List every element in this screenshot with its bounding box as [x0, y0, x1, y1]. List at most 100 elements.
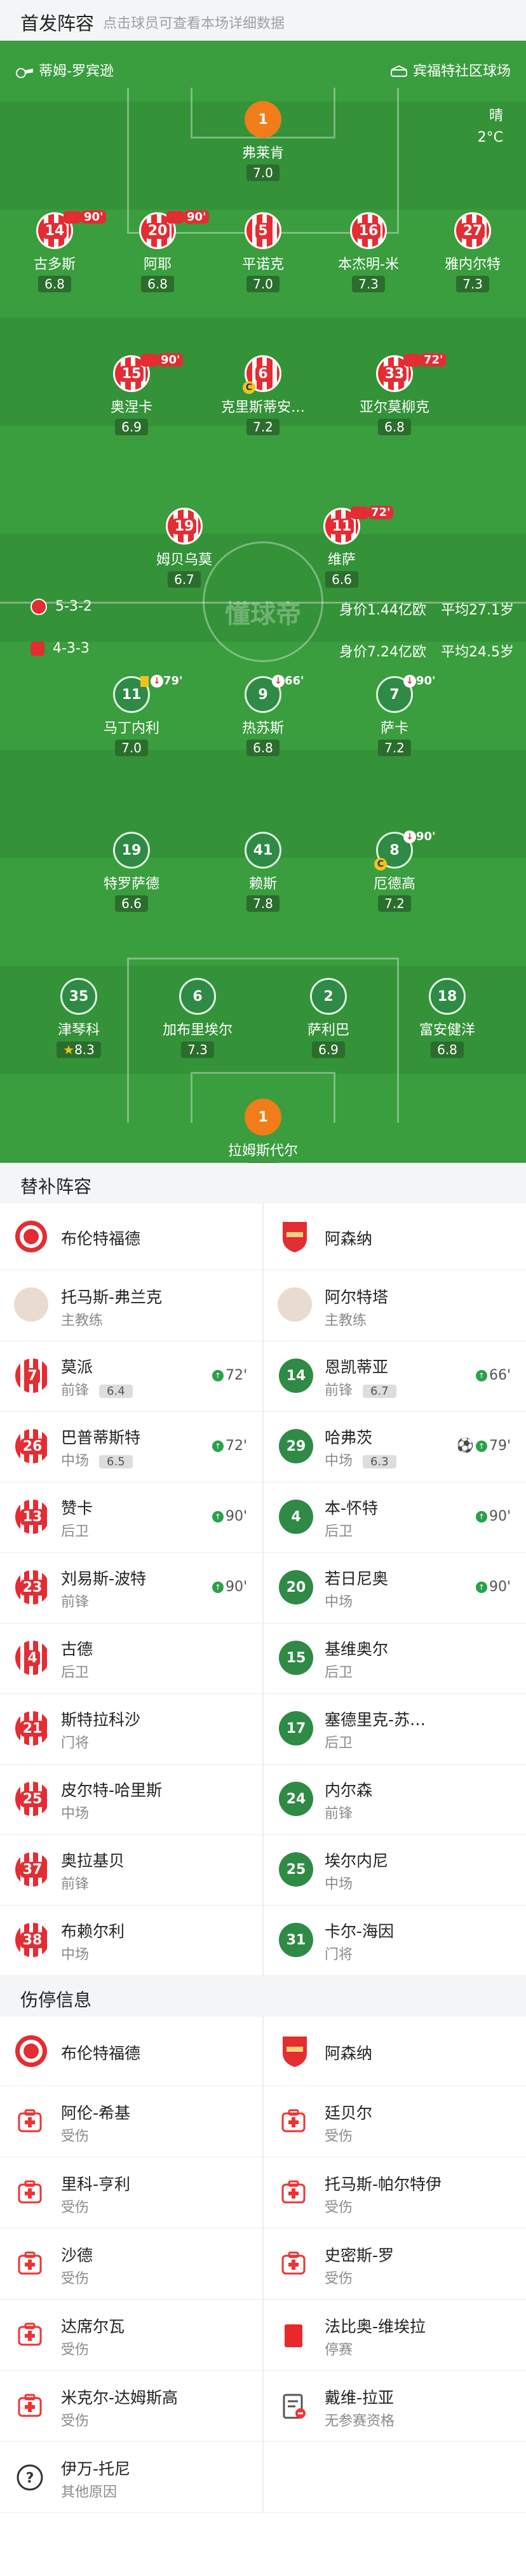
sub-player-home[interactable]: 23 刘易斯-波特 前锋 ↑ 90': [0, 1552, 262, 1623]
home-age: 平均27.1岁: [441, 602, 514, 618]
sub-player-away[interactable]: 14 恩凯蒂亚 前锋 6.7 ↑ 66': [264, 1341, 526, 1411]
injuries-away-team[interactable]: 阿森纳: [264, 2017, 526, 2085]
jersey-number: 29: [279, 1429, 313, 1463]
injured-player-home[interactable]: 里科-亨利 受伤: [0, 2157, 262, 2228]
home-player[interactable]: 15 ↓ 90' 奥涅卡 6.9: [68, 353, 195, 435]
away-player[interactable]: 9 ↓ 66' 热苏斯 6.8: [199, 674, 327, 756]
away-coach-role: 主教练: [325, 1313, 367, 1329]
sub-row: 7 莫派 前锋 6.4 ↑ 72' 14 恩凯蒂亚 前锋 6.7 ↑ 66': [0, 1341, 526, 1412]
home-coach-name: 蒂姆-罗宾逊: [39, 64, 114, 79]
sub-out-icon: ↓: [403, 354, 421, 367]
sub-player-away[interactable]: 20 若日尼奥 中场 ↑ 90': [264, 1552, 526, 1623]
away-coach[interactable]: 阿尔特塔 主教练: [264, 1270, 526, 1341]
home-player[interactable]: 33 ↓ 72' 亚尔莫柳克 6.8: [331, 353, 458, 435]
sub-player-home[interactable]: 21 斯特拉科沙 门将: [0, 1693, 262, 1764]
injured-player-away[interactable]: 廷贝尔 受伤: [264, 2085, 526, 2157]
jersey-number: 19: [113, 832, 150, 869]
player-rating: 6.8: [141, 276, 174, 292]
away-player[interactable]: 2 萨利巴 6.9: [265, 978, 392, 1058]
sub-player-away[interactable]: 17 塞德里克-苏… 后卫: [264, 1693, 526, 1764]
sub-player-position: 后卫: [325, 1732, 353, 1752]
yellow-card-icon: [140, 675, 149, 687]
injured-player-home[interactable]: 阿伦-希基 受伤: [0, 2085, 262, 2157]
injured-player-name: 阿伦-希基: [61, 2104, 131, 2122]
home-player[interactable]: 6 C 克里斯蒂安… 7.2: [199, 355, 327, 435]
sub-row: 23 刘易斯-波特 前锋 ↑ 90' 20 若日尼奥 中场 ↑ 90': [0, 1552, 526, 1624]
sub-out-minute: 72': [421, 353, 446, 367]
sub-out-minute: 90': [416, 830, 436, 843]
home-player[interactable]: 19 姆贝乌莫 6.7: [121, 508, 248, 588]
player-rating: 7.2: [378, 740, 411, 756]
away-player[interactable]: 19 特罗萨德 6.6: [68, 832, 195, 912]
away-player[interactable]: 6 加布里埃尔 7.3: [134, 978, 261, 1058]
away-player[interactable]: 7 ↓ 90' 萨卡 7.2: [331, 674, 458, 756]
injured-player-name: 史密斯-罗: [325, 2246, 394, 2265]
sub-player-home[interactable]: 4 古德 后卫: [0, 1623, 262, 1693]
injury-reason: 受伤: [61, 2342, 90, 2358]
home-formation: 5-3-2: [55, 599, 92, 614]
home-player[interactable]: 1 弗莱肯 7.0: [199, 101, 327, 181]
subs-away-team[interactable]: 阿森纳: [264, 1203, 526, 1270]
home-coach[interactable]: 托马斯-弗兰克 主教练: [0, 1270, 262, 1341]
away-player[interactable]: 18 富安健洋 6.8: [384, 978, 511, 1058]
sub-in-marker: ↑ 90': [475, 1579, 511, 1595]
subs-section-header: 替补阵容: [0, 1163, 526, 1203]
injured-player-away[interactable]: 史密斯-罗 受伤: [264, 2228, 526, 2299]
injured-player-away[interactable]: 法比奥-维埃拉 停赛: [264, 2299, 526, 2370]
jersey-number-text: 23: [20, 1579, 45, 1596]
sub-out-marker: ↓ 72': [403, 353, 446, 367]
injured-player-away[interactable]: 戴维-拉亚 无参赛资格: [264, 2370, 526, 2441]
subs-home-team[interactable]: 布伦特福德: [0, 1203, 262, 1270]
sub-player-position: 门将: [61, 1732, 89, 1752]
weather-text: 晴: [489, 108, 503, 124]
sub-row: 21 斯特拉科沙 门将 17 塞德里克-苏… 后卫: [0, 1693, 526, 1765]
sub-player-name: 斯特拉科沙: [61, 1711, 141, 1729]
injured-player-home[interactable]: ? 伊万-托尼 其他原因: [0, 2441, 262, 2512]
jersey-number: 6C: [243, 355, 281, 394]
sub-player-away[interactable]: 15 基维奥尔 后卫: [264, 1623, 526, 1693]
injured-player-home[interactable]: 达席尔瓦 受伤: [0, 2299, 262, 2370]
away-player[interactable]: 41 赖斯 7.8: [199, 832, 327, 912]
jersey-number-text: 8: [389, 842, 400, 858]
sub-player-away[interactable]: 29 哈弗茨 中场 6.3 ⚽ ↑ 79': [264, 1411, 526, 1482]
position-text: 后卫: [325, 1524, 353, 1540]
injury-reason: 停赛: [325, 2342, 353, 2358]
position-text: 中场: [325, 1876, 353, 1892]
sub-player-home[interactable]: 13 赞卡 后卫 ↑ 90': [0, 1482, 262, 1552]
sub-player-away[interactable]: 25 埃尔内尼 中场: [264, 1834, 526, 1905]
injuries-home-team[interactable]: 布伦特福德: [0, 2017, 262, 2085]
player-name: 马丁内利: [103, 721, 159, 736]
away-player[interactable]: 1拉姆斯代尔6.4: [199, 1099, 327, 1163]
home-player[interactable]: 11 ↓ 72' 维萨 6.6: [278, 506, 405, 588]
sub-in-icon: ↑: [212, 1511, 224, 1522]
sub-player-home[interactable]: 26 巴普蒂斯特 中场 6.5 ↑ 72': [0, 1411, 262, 1482]
home-player[interactable]: 27 雅内尔特 7.3: [409, 212, 526, 292]
sub-player-home[interactable]: 37 奥拉基贝 前锋: [0, 1834, 262, 1905]
sub-player-home[interactable]: 38 布赖尔利 中场: [0, 1905, 262, 1976]
sub-out-minute: 79': [163, 674, 183, 688]
injured-player-home[interactable]: 米克尔-达姆斯高 受伤: [0, 2370, 262, 2441]
away-player[interactable]: 11 ↓ 79' 马丁内利 7.0: [68, 674, 195, 756]
position-text: 门将: [61, 1735, 90, 1751]
red-card-icon: [279, 2321, 308, 2350]
player-rating: 6.6: [115, 895, 148, 912]
sub-player-away[interactable]: 24 内尔森 前锋: [264, 1764, 526, 1834]
injury-reason: 无参赛资格: [325, 2413, 395, 2429]
sub-player-away[interactable]: 4 本-怀特 后卫 ↑ 90': [264, 1482, 526, 1552]
jersey-number-text: 17: [286, 1720, 306, 1737]
jersey-number: 19: [166, 508, 203, 545]
position-text: 前锋: [61, 1383, 90, 1399]
injured-player-away[interactable]: 托马斯-帕尔特伊 受伤: [264, 2157, 526, 2228]
sub-player-name: 刘易斯-波特: [61, 1569, 147, 1588]
sub-player-away[interactable]: 31 卡尔-海因 门将: [264, 1905, 526, 1976]
sub-out-icon: ↓: [272, 675, 285, 688]
injury-icon: [15, 2107, 44, 2136]
jersey-number: 15 ↓ 90': [113, 353, 183, 392]
sub-player-home[interactable]: 25 皮尔特-哈里斯 中场: [0, 1764, 262, 1834]
jersey-number-text: 6: [255, 365, 271, 382]
away-player[interactable]: 8 C ↓ 90' 厄德高 7.2: [331, 830, 458, 912]
injured-player-home[interactable]: 沙德 受伤: [0, 2228, 262, 2299]
away-player[interactable]: 35 津琴科 ★8.3: [15, 978, 142, 1058]
sub-player-home[interactable]: 7 莫派 前锋 6.4 ↑ 72': [0, 1341, 262, 1411]
jersey-number: 23: [15, 1570, 50, 1604]
